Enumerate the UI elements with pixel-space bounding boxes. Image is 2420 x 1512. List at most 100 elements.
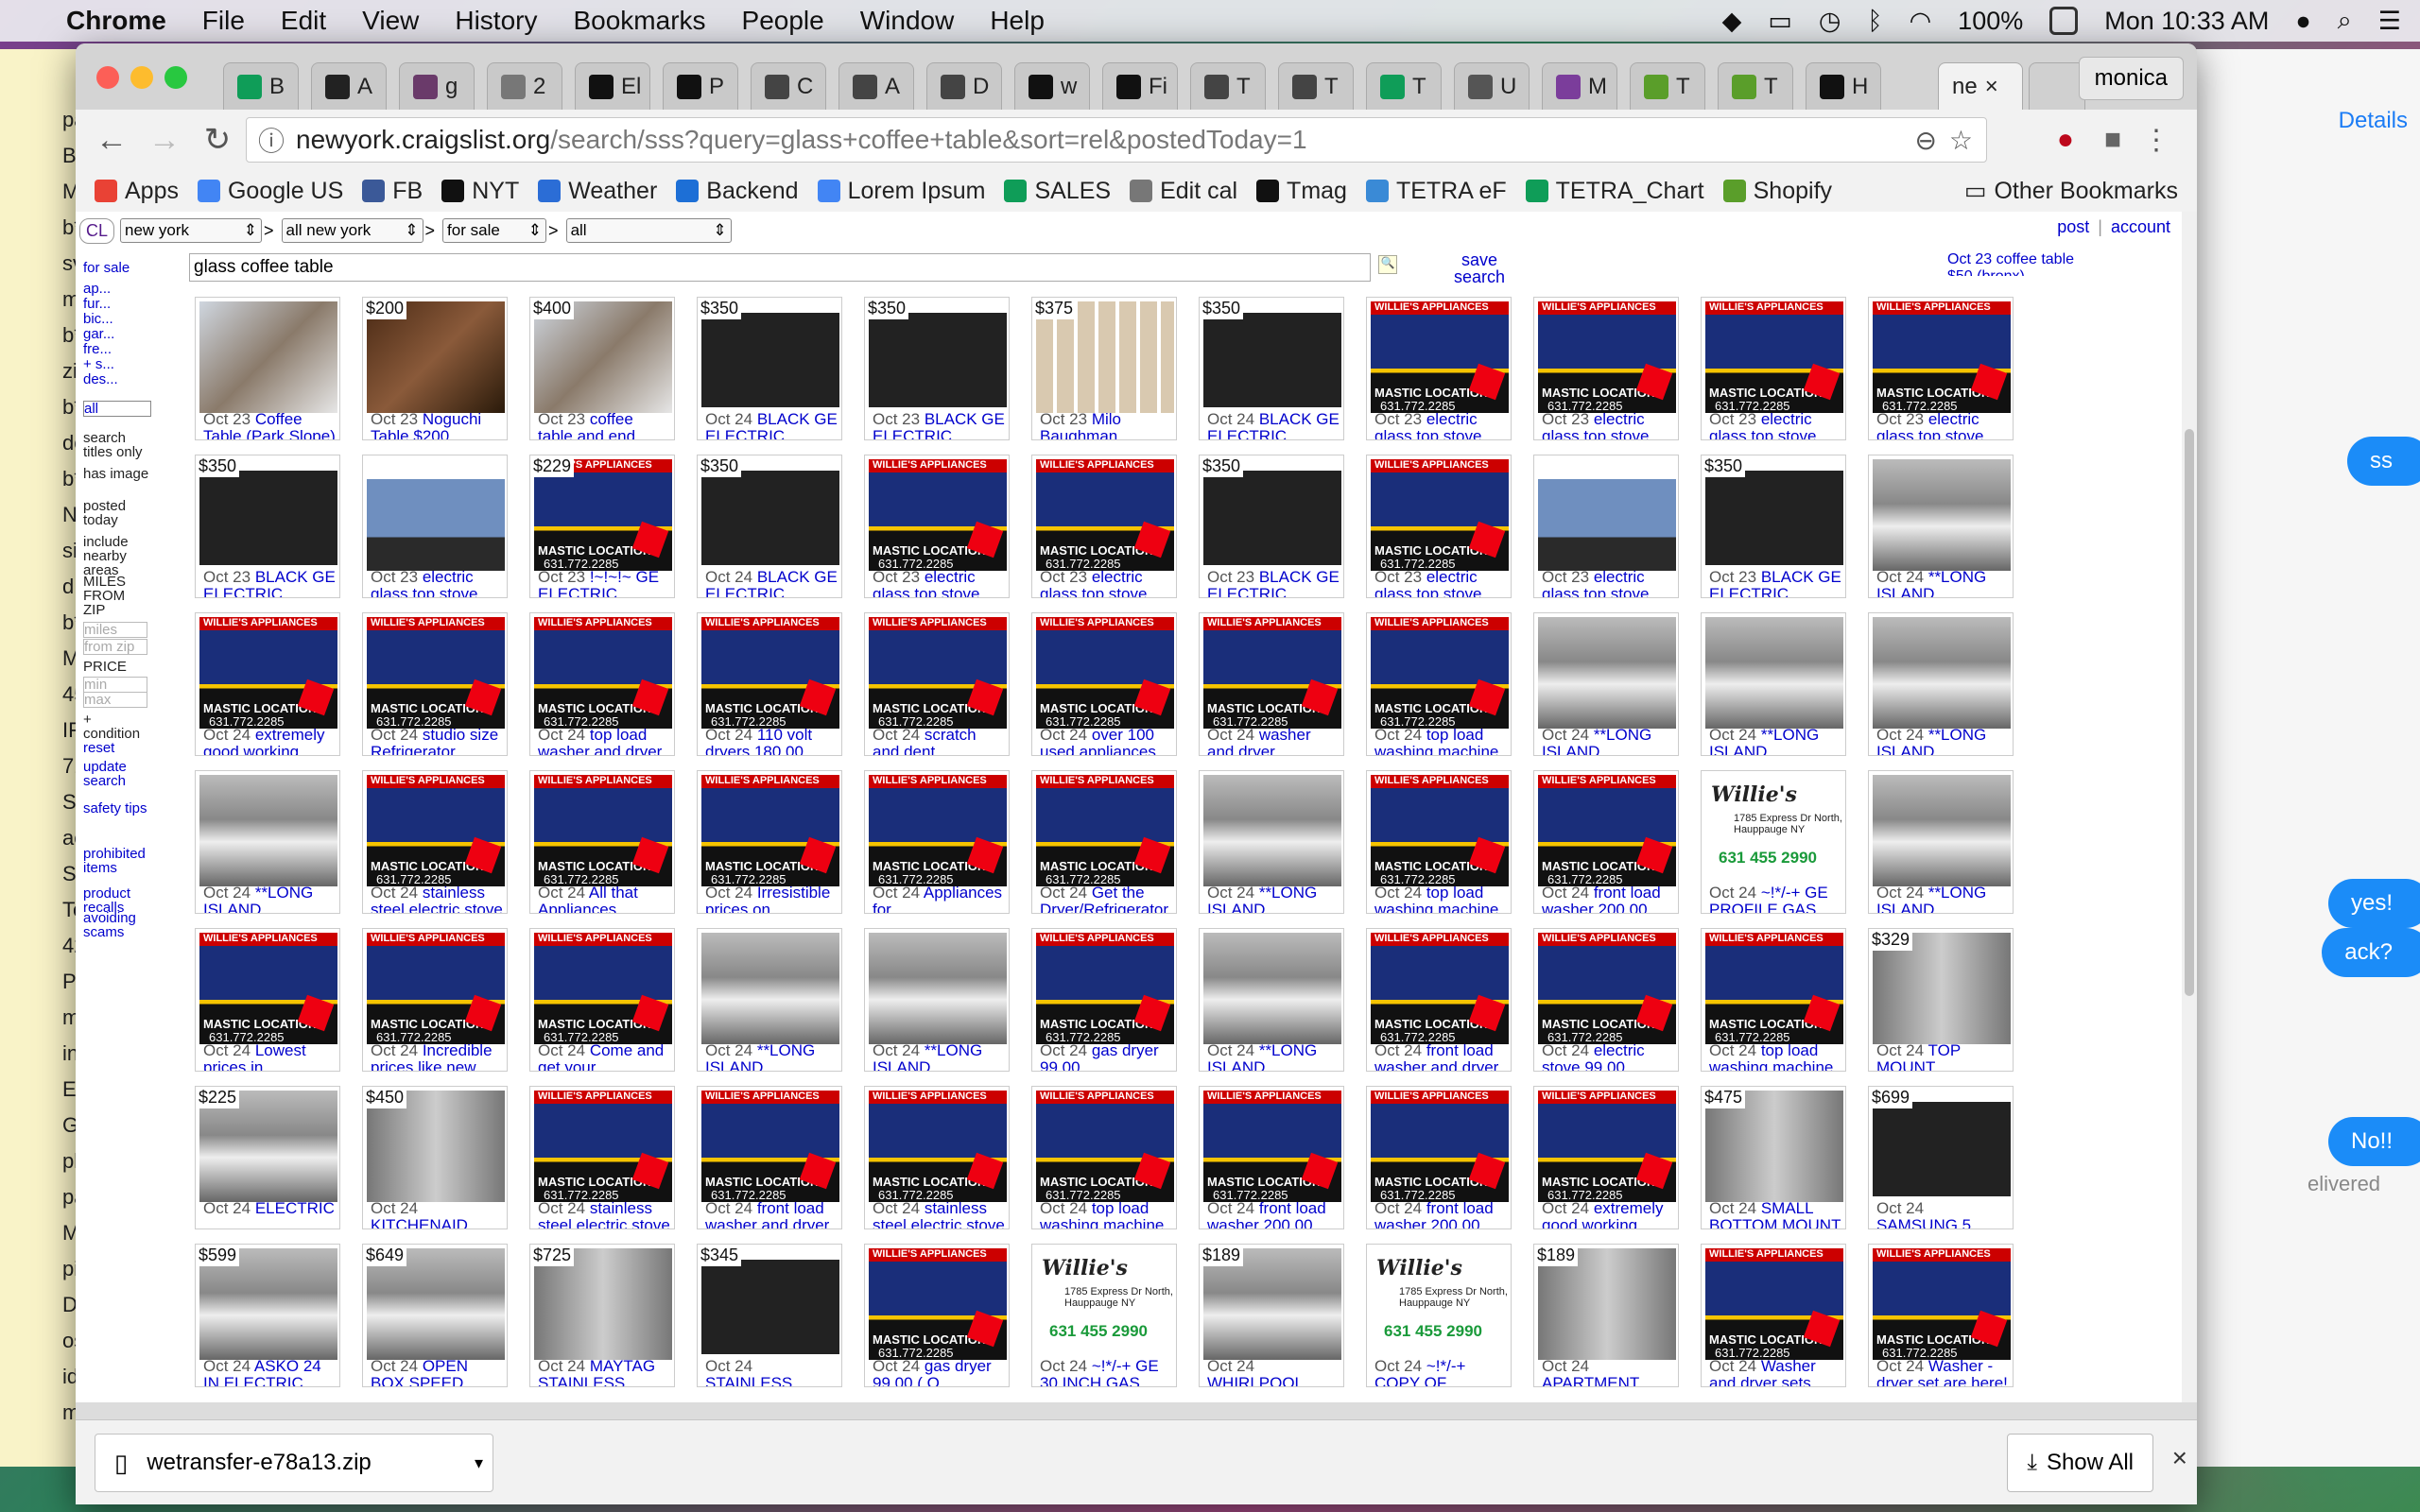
- listing-title-link[interactable]: ELECTRIC: [255, 1200, 335, 1217]
- craigslist-logo-link[interactable]: CL: [79, 217, 115, 244]
- menu-bookmarks[interactable]: Bookmarks: [573, 6, 705, 36]
- listing-caption[interactable]: Oct 24 Irresistible prices on: [705, 885, 838, 913]
- listing-caption[interactable]: Oct 24 stainless steel electric stove: [873, 1200, 1005, 1228]
- tab[interactable]: T: [1630, 62, 1705, 110]
- listing-card[interactable]: Oct 24 **LONG ISLAND: [1199, 770, 1344, 914]
- listing-thumbnail[interactable]: WILLIE'S APPLIANCES MASTIC LOCATION 631.77…: [869, 775, 1007, 886]
- bookmark-item[interactable]: Weather: [538, 178, 657, 205]
- listing-thumbnail[interactable]: [1203, 933, 1341, 1044]
- listing-caption[interactable]: Oct 23 electric glass top stove: [1709, 411, 1841, 439]
- listing-caption[interactable]: Oct 23 BLACK GE ELECTRIC: [873, 411, 1005, 439]
- tab[interactable]: Fi: [1102, 62, 1178, 110]
- listing-caption[interactable]: Oct 24 SAMSUNG 5: [1876, 1200, 2009, 1228]
- listing-thumbnail[interactable]: [1538, 459, 1676, 571]
- listing-thumbnail[interactable]: WILLIE'S APPLIANCES MASTIC LOCATION 631.77…: [1538, 1091, 1676, 1202]
- other-bookmarks-folder[interactable]: ▭ Other Bookmarks: [1964, 177, 2178, 205]
- wifi-icon[interactable]: ◠: [1910, 7, 1932, 36]
- region-select[interactable]: new york ⇕: [120, 218, 263, 243]
- listing-caption[interactable]: Oct 24 stainless steel electric stove: [371, 885, 503, 913]
- sidebar-item[interactable]: update search: [83, 760, 149, 788]
- listing-caption[interactable]: Oct 24 BLACK GE ELECTRIC: [705, 411, 838, 439]
- listing-caption[interactable]: Oct 24 **LONG ISLAND: [873, 1042, 1005, 1071]
- listing-card[interactable]: WILLIE'S APPLIANCES MASTIC LOCATION 631.77…: [529, 455, 675, 598]
- listing-thumbnail[interactable]: [1873, 775, 2011, 886]
- clock[interactable]: Mon 10:33 AM: [2104, 7, 2269, 36]
- listing-thumbnail[interactable]: WILLIE'S APPLIANCES MASTIC LOCATION 631.77…: [1705, 301, 1843, 413]
- listing-card[interactable]: WILLIE'S APPLIANCES MASTIC LOCATION 631.77…: [697, 770, 842, 914]
- time-machine-icon[interactable]: ◷: [1819, 7, 1841, 36]
- close-window-button[interactable]: [96, 66, 119, 89]
- bookmark-item[interactable]: TETRA_Chart: [1525, 178, 1704, 205]
- sidebar-item[interactable]: from zip: [83, 639, 147, 655]
- tab[interactable]: T: [1278, 62, 1354, 110]
- forward-arrow-icon[interactable]: →: [138, 122, 191, 159]
- listing-caption[interactable]: Oct 24 BLACK GE ELECTRIC: [705, 569, 838, 597]
- listing-caption[interactable]: Oct 23 electric glass top stove: [1876, 411, 2009, 439]
- tab[interactable]: El: [575, 62, 650, 110]
- listing-card[interactable]: Oct 24 **LONG ISLAND: [195, 770, 340, 914]
- listing-caption[interactable]: Oct 24 **LONG ISLAND: [1207, 885, 1340, 913]
- listing-card[interactable]: $350 Oct 23 BLACK GE ELECTRIC: [1701, 455, 1846, 598]
- listing-card[interactable]: WILLIE'S APPLIANCES MASTIC LOCATION 631.77…: [1533, 1086, 1679, 1229]
- listing-card[interactable]: $350 Oct 24 BLACK GE ELECTRIC: [697, 455, 842, 598]
- listing-caption[interactable]: Oct 24 ASKO 24 IN ELECTRIC: [203, 1358, 336, 1386]
- listing-caption[interactable]: Oct 24 **LONG ISLAND: [1542, 727, 1674, 755]
- listing-caption[interactable]: Oct 24 front load washer 200.00: [1207, 1200, 1340, 1228]
- listing-thumbnail[interactable]: WILLIE'S APPLIANCES MASTIC LOCATION 631.77…: [367, 775, 505, 886]
- listing-caption[interactable]: Oct 24 MAYTAG STAINLESS: [538, 1358, 670, 1386]
- sidebar-item[interactable]: posted today: [83, 499, 149, 527]
- listing-caption[interactable]: Oct 24 Washer and dryer sets and: [1709, 1358, 1841, 1386]
- listing-card[interactable]: WILLIE'S APPLIANCES MASTIC LOCATION 631.77…: [1366, 1086, 1512, 1229]
- listing-card[interactable]: WILLIE'S APPLIANCES MASTIC LOCATION 631.77…: [864, 770, 1010, 914]
- listing-thumbnail[interactable]: WILLIE'S APPLIANCES MASTIC LOCATION 631.77…: [1873, 1248, 2011, 1360]
- listing-caption[interactable]: Oct 24 **LONG ISLAND: [1876, 727, 2009, 755]
- listing-card[interactable]: Oct 24 **LONG ISLAND: [1533, 612, 1679, 756]
- listing-caption[interactable]: Oct 24 extremely good working: [203, 727, 336, 755]
- listing-card[interactable]: WILLIE'S APPLIANCES MASTIC LOCATION 631.77…: [1701, 1244, 1846, 1387]
- listing-card[interactable]: WILLIE'S APPLIANCES MASTIC LOCATION 631.77…: [1199, 612, 1344, 756]
- listing-card[interactable]: WILLIE'S APPLIANCES MASTIC LOCATION 631.77…: [1199, 1086, 1344, 1229]
- listing-thumbnail[interactable]: WILLIE'S APPLIANCES MASTIC LOCATION 631.77…: [1371, 775, 1509, 886]
- listing-card[interactable]: WILLIE'S APPLIANCES MASTIC LOCATION 631.77…: [697, 612, 842, 756]
- listing-caption[interactable]: Oct 23 electric glass top stove: [1374, 569, 1507, 597]
- listing-thumbnail[interactable]: WILLIE'S APPLIANCES MASTIC LOCATION 631.77…: [1538, 775, 1676, 886]
- listing-card[interactable]: WILLIE'S APPLIANCES MASTIC LOCATION 631.77…: [1701, 928, 1846, 1072]
- listing-caption[interactable]: Oct 24 STAINLESS: [705, 1358, 838, 1386]
- listing-card[interactable]: WILLIE'S APPLIANCES MASTIC LOCATION 631.77…: [864, 1244, 1010, 1387]
- listing-card[interactable]: $329 Oct 24 TOP MOUNT: [1868, 928, 2014, 1072]
- listing-thumbnail[interactable]: WILLIE'S APPLIANCES MASTIC LOCATION 631.77…: [1036, 1091, 1174, 1202]
- bookmark-item[interactable]: Shopify: [1722, 178, 1832, 205]
- listing-caption[interactable]: Oct 23 electric glass top stove: [1542, 411, 1674, 439]
- listing-caption[interactable]: Oct 24 Incredible prices like new: [371, 1042, 503, 1071]
- back-arrow-icon[interactable]: ←: [85, 122, 138, 159]
- listing-thumbnail[interactable]: WILLIE'S APPLIANCES MASTIC LOCATION 631.77…: [199, 933, 337, 1044]
- listing-caption[interactable]: Oct 23 electric glass top stove: [1374, 411, 1507, 439]
- listing-caption[interactable]: Oct 24 **LONG ISLAND: [705, 1042, 838, 1071]
- listing-caption[interactable]: Oct 24 Come and get your dishwasher: [538, 1042, 670, 1071]
- spotlight-search-icon[interactable]: ⌕: [2338, 6, 2352, 36]
- listing-thumbnail[interactable]: WILLIE'S APPLIANCES MASTIC LOCATION 631.77…: [1371, 933, 1509, 1044]
- listing-thumbnail[interactable]: WILLIE'S APPLIANCES MASTIC LOCATION 631.77…: [367, 933, 505, 1044]
- listing-caption[interactable]: Oct 24 Washer - dryer set are here!: [1876, 1358, 2009, 1386]
- listing-card[interactable]: Oct 24 **LONG ISLAND: [1868, 455, 2014, 598]
- bookmark-item[interactable]: Apps: [95, 178, 179, 205]
- listing-card[interactable]: Willie's 1785 Express Dr North, Hauppauge…: [1031, 1244, 1177, 1387]
- listing-card[interactable]: Willie's 1785 Express Dr North, Hauppauge…: [1366, 1244, 1512, 1387]
- listing-card[interactable]: Oct 24 **LONG ISLAND: [1701, 612, 1846, 756]
- search-query-input[interactable]: glass coffee table: [189, 253, 1371, 282]
- listing-thumbnail[interactable]: WILLIE'S APPLIANCES MASTIC LOCATION 631.77…: [1873, 301, 2011, 413]
- listing-card[interactable]: WILLIE'S APPLIANCES MASTIC LOCATION 631.77…: [1533, 297, 1679, 440]
- listing-caption[interactable]: Oct 24 **LONG ISLAND: [1876, 885, 2009, 913]
- tab[interactable]: T: [1190, 62, 1266, 110]
- listing-thumbnail[interactable]: [869, 933, 1007, 1044]
- menu-help[interactable]: Help: [990, 6, 1045, 36]
- listing-card[interactable]: WILLIE'S APPLIANCES MASTIC LOCATION 631.77…: [1868, 297, 2014, 440]
- listing-thumbnail[interactable]: WILLIE'S APPLIANCES MASTIC LOCATION 631.77…: [1203, 617, 1341, 729]
- listing-card[interactable]: $350 Oct 23 BLACK GE ELECTRIC: [195, 455, 340, 598]
- tab[interactable]: 2: [487, 62, 562, 110]
- bookmark-item[interactable]: SALES: [1004, 178, 1111, 205]
- listing-caption[interactable]: Oct 24 top load washing machine: [1374, 727, 1507, 755]
- bluetooth-icon[interactable]: ᛒ: [1867, 7, 1882, 36]
- listing-card[interactable]: $375 Oct 23 Milo Baughman: [1031, 297, 1177, 440]
- listing-caption[interactable]: Oct 24 TOP MOUNT: [1876, 1042, 2009, 1071]
